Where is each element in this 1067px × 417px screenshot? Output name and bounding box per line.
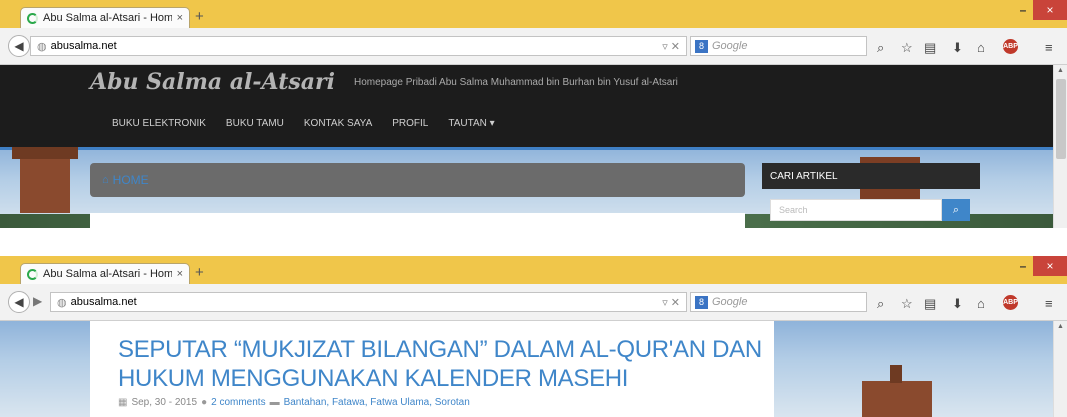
close-window-button[interactable]: ×: [1033, 0, 1067, 20]
breadcrumb: ⌂ HOME: [90, 163, 745, 197]
tab-close-icon[interactable]: ×: [177, 12, 183, 24]
calendar-icon: ▦: [118, 397, 128, 408]
site-header: Abu Salma al-Atsari Homepage Pribadi Abu…: [0, 65, 1053, 147]
star-icon[interactable]: ☆: [901, 40, 913, 56]
menu-item-buku-elektronik[interactable]: BUKU ELEKTRONIK: [112, 118, 206, 129]
back-button[interactable]: ◀: [8, 35, 30, 57]
search-placeholder: Google: [712, 296, 748, 308]
main-menu: BUKU ELEKTRONIK BUKU TAMU KONTAK SAYA PR…: [112, 118, 495, 129]
home-icon: ⌂: [102, 174, 109, 186]
sidebar-search-input[interactable]: Search: [770, 199, 942, 221]
sidebar-search-button[interactable]: ⌕: [942, 199, 970, 221]
navigation-toolbar: ◀ ◍ abusalma.net ▿ ✕ 8 Google ⌕ ☆ ▤ ⬇ ⌂ …: [0, 28, 1067, 65]
browser-window-top: Abu Salma al-Atsari - Hom... × + – × ◀ ◍…: [0, 0, 1067, 228]
menu-icon[interactable]: ≡: [1045, 40, 1053, 55]
browser-tab[interactable]: Abu Salma al-Atsari - Hom... ×: [20, 7, 190, 28]
sidebar-title: CARI ARTIKEL: [762, 163, 980, 189]
search-engine-icon[interactable]: 8: [695, 39, 708, 53]
separator: [0, 228, 1067, 256]
adblock-icon[interactable]: ABP: [1003, 39, 1018, 54]
minimize-button[interactable]: –: [1013, 0, 1033, 20]
page-content: SEPUTAR “MUKJIZAT BILANGAN” DALAM AL-QUR…: [0, 321, 1053, 417]
browser-tab[interactable]: Abu Salma al-Atsari - Hom... ×: [20, 263, 190, 284]
home-icon[interactable]: ⌂: [977, 40, 985, 55]
new-tab-button[interactable]: +: [195, 8, 204, 25]
loading-spinner-icon: [27, 268, 38, 280]
reading-list-icon[interactable]: ▤: [924, 40, 936, 56]
tab-title: Abu Salma al-Atsari - Hom...: [43, 12, 172, 24]
download-icon[interactable]: ⬇: [952, 296, 963, 312]
scrollbar[interactable]: ▲: [1053, 65, 1067, 228]
url-bar[interactable]: ◍ abusalma.net ▿ ✕: [30, 36, 687, 56]
title-bar: Abu Salma al-Atsari - Hom... × + – ×: [0, 0, 1067, 28]
url-dropdown-icon[interactable]: ▿ ✕: [662, 296, 680, 309]
folder-icon: ▬: [269, 397, 280, 408]
navigation-toolbar: ◀ ▶ ◍ abusalma.net ▿ ✕ 8 Google ⌕ ☆ ▤ ⬇ …: [0, 284, 1067, 321]
search-engine-icon[interactable]: 8: [695, 295, 708, 309]
banner-accent-line: [0, 147, 1053, 150]
post-comments-link[interactable]: 2 comments: [211, 397, 265, 408]
forward-button[interactable]: ▶: [33, 294, 42, 308]
post-categories[interactable]: Bantahan, Fatawa, Fatwa Ulama, Sorotan: [284, 397, 470, 408]
home-icon[interactable]: ⌂: [977, 296, 985, 311]
comment-icon: ●: [201, 397, 208, 408]
search-bar[interactable]: 8 Google: [690, 36, 867, 56]
post-date: Sep, 30 - 2015: [131, 397, 198, 408]
menu-icon[interactable]: ≡: [1045, 296, 1053, 311]
search-icon[interactable]: ⌕: [877, 296, 884, 312]
browser-window-bottom: Abu Salma al-Atsari - Hom... × + – × ◀ ▶…: [0, 256, 1067, 417]
back-button[interactable]: ◀: [8, 291, 30, 313]
scroll-up-icon[interactable]: ▲: [1057, 323, 1064, 330]
lighthouse-image: [12, 147, 78, 213]
globe-icon: ◍: [37, 40, 47, 53]
menu-item-buku-tamu[interactable]: BUKU TAMU: [226, 118, 284, 129]
new-tab-button[interactable]: +: [195, 264, 204, 281]
lighthouse-image-right: [862, 365, 932, 417]
site-brand[interactable]: Abu Salma al-Atsari: [90, 69, 335, 95]
search-icon[interactable]: ⌕: [877, 40, 884, 56]
post-card: [90, 213, 745, 228]
post-card: SEPUTAR “MUKJIZAT BILANGAN” DALAM AL-QUR…: [90, 321, 774, 417]
menu-item-profil[interactable]: PROFIL: [392, 118, 428, 129]
site-tagline: Homepage Pribadi Abu Salma Muhammad bin …: [354, 77, 678, 88]
reading-list-icon[interactable]: ▤: [924, 296, 936, 312]
url-text: abusalma.net: [70, 296, 137, 308]
search-placeholder: Google: [712, 40, 748, 52]
url-bar[interactable]: ◍ abusalma.net ▿ ✕: [50, 292, 687, 312]
url-dropdown-icon[interactable]: ▿ ✕: [662, 40, 680, 53]
adblock-icon[interactable]: ABP: [1003, 295, 1018, 310]
minimize-button[interactable]: –: [1013, 256, 1033, 276]
scrollbar-thumb[interactable]: [1056, 79, 1066, 159]
scrollbar[interactable]: ▲: [1053, 321, 1067, 417]
url-text: abusalma.net: [50, 40, 117, 52]
tab-close-icon[interactable]: ×: [177, 268, 183, 280]
menu-item-kontak-saya[interactable]: KONTAK SAYA: [304, 118, 372, 129]
download-icon[interactable]: ⬇: [952, 40, 963, 56]
search-icon: ⌕: [952, 203, 960, 216]
tab-title: Abu Salma al-Atsari - Hom...: [43, 268, 172, 280]
title-bar: Abu Salma al-Atsari - Hom... × + – ×: [0, 256, 1067, 284]
loading-spinner-icon: [27, 12, 38, 24]
breadcrumb-home[interactable]: HOME: [113, 173, 149, 187]
banner-image: ⌂ HOME CARI ARTIKEL Search ⌕: [0, 147, 1053, 228]
scroll-up-icon[interactable]: ▲: [1057, 67, 1064, 74]
close-window-button[interactable]: ×: [1033, 256, 1067, 276]
menu-item-tautan[interactable]: TAUTAN ▾: [448, 118, 494, 129]
post-meta: ▦ Sep, 30 - 2015 ● 2 comments ▬ Bantahan…: [118, 397, 774, 408]
star-icon[interactable]: ☆: [901, 296, 913, 312]
search-bar[interactable]: 8 Google: [690, 292, 867, 312]
page-content: Abu Salma al-Atsari Homepage Pribadi Abu…: [0, 65, 1053, 228]
globe-icon: ◍: [57, 296, 67, 309]
post-title[interactable]: SEPUTAR “MUKJIZAT BILANGAN” DALAM AL-QUR…: [118, 335, 774, 393]
